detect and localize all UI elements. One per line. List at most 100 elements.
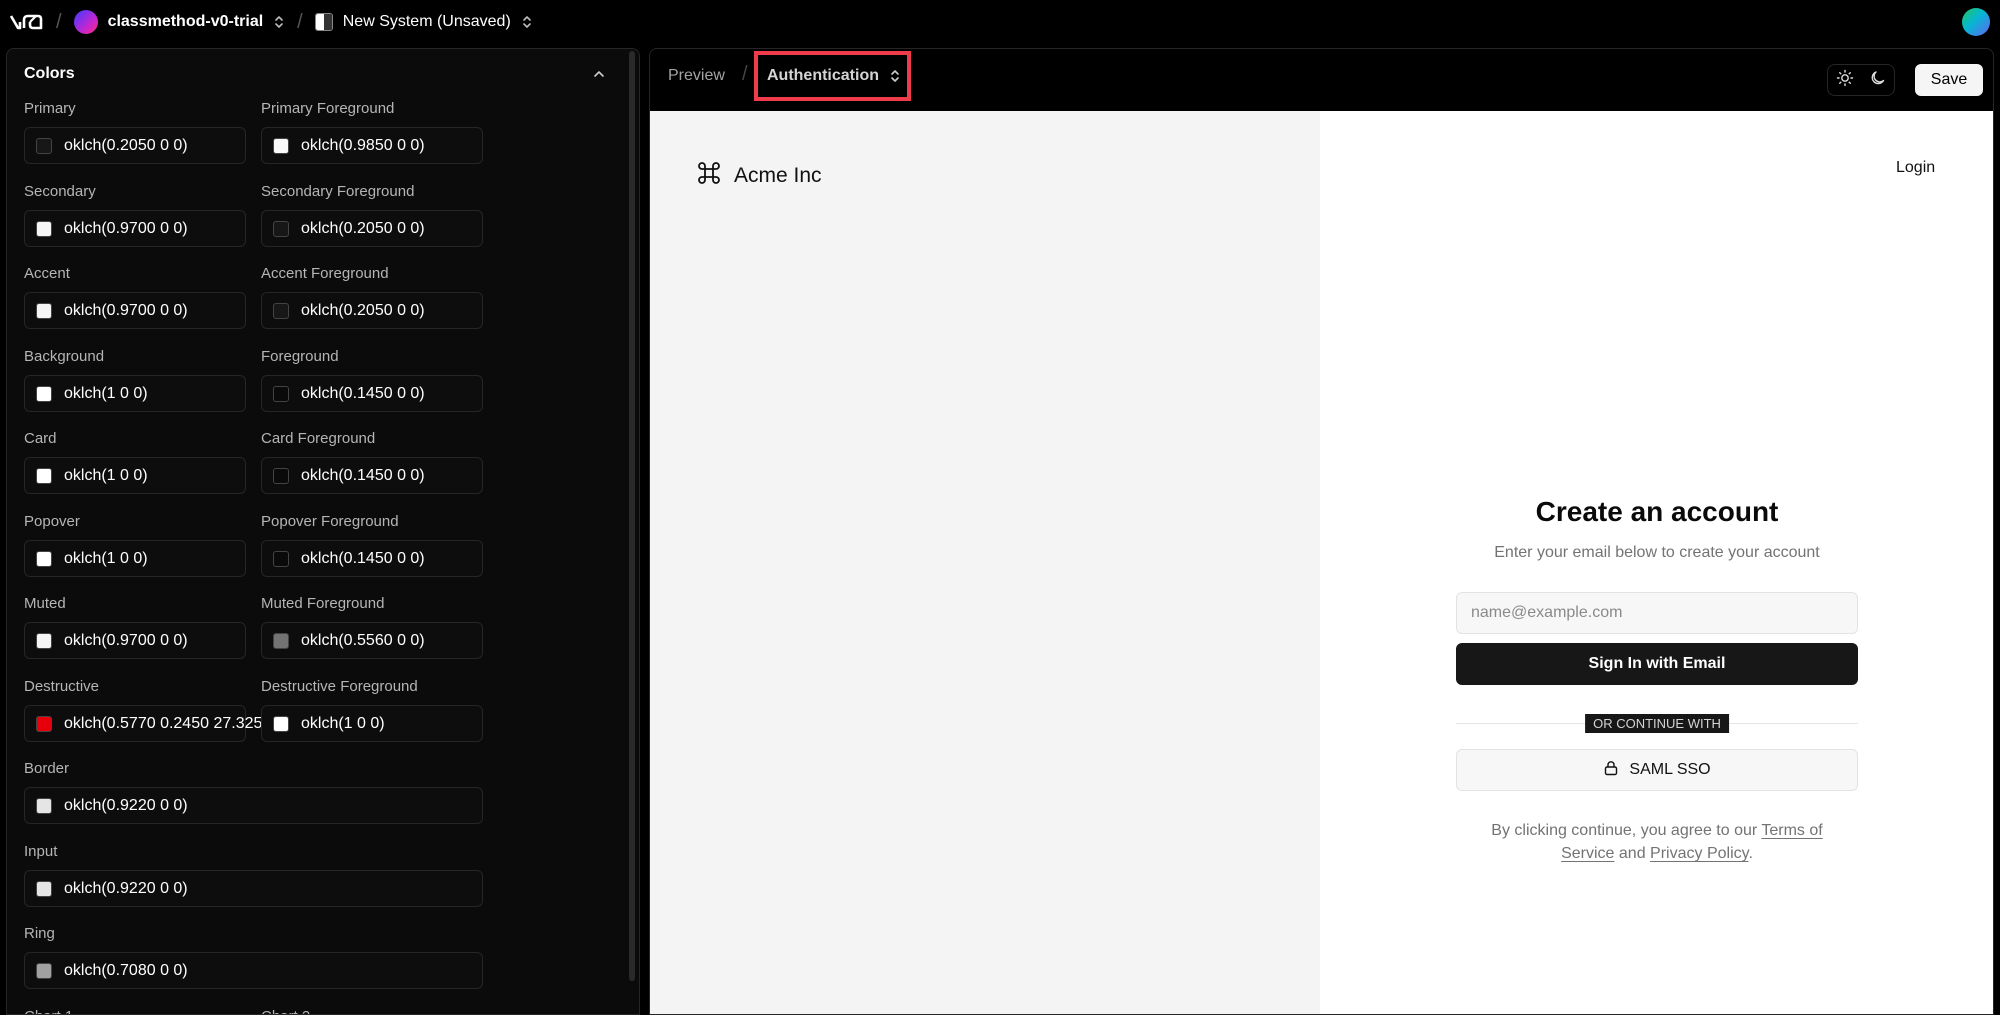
- color-input[interactable]: oklch(0.7080 0 0): [24, 952, 483, 989]
- email-input[interactable]: [1456, 592, 1858, 634]
- color-value: oklch(0.5560 0 0): [301, 631, 425, 649]
- lock-icon: [1603, 760, 1619, 781]
- field-label: Border: [24, 760, 70, 777]
- color-input[interactable]: oklch(0.9700 0 0): [24, 292, 246, 329]
- color-input[interactable]: oklch(0.1450 0 0): [261, 375, 483, 412]
- moon-icon[interactable]: [1869, 69, 1887, 92]
- field-label: Secondary: [24, 183, 96, 200]
- command-icon: [696, 160, 722, 192]
- color-input[interactable]: oklch(0.1450 0 0): [261, 457, 483, 494]
- breadcrumb-separator: /: [56, 10, 62, 33]
- field-label: Background: [24, 348, 105, 365]
- color-swatch[interactable]: [273, 137, 289, 154]
- divider: OR CONTINUE WITH: [1456, 713, 1858, 733]
- auth-subtitle: Enter your email below to create your ac…: [1494, 544, 1820, 561]
- login-link[interactable]: Login: [1896, 159, 1935, 177]
- terms-prefix: By clicking continue, you agree to our: [1491, 822, 1762, 839]
- color-value: oklch(1 0 0): [301, 714, 385, 732]
- field-label: Card Foreground: [261, 430, 376, 447]
- color-field-secondary: Secondary oklch(0.9700 0 0): [24, 183, 246, 247]
- block-selector[interactable]: Authentication: [754, 51, 911, 101]
- color-field-card-foreground: Card Foreground oklch(0.1450 0 0): [261, 430, 483, 494]
- color-swatch[interactable]: [36, 962, 52, 979]
- auth-title: Create an account: [1535, 496, 1779, 527]
- color-input[interactable]: oklch(1 0 0): [24, 540, 246, 577]
- color-swatch[interactable]: [273, 302, 289, 319]
- color-field-foreground: Foreground oklch(0.1450 0 0): [261, 348, 483, 412]
- panel-scrollbar[interactable]: [629, 51, 635, 981]
- auth-form: Create an account Enter your email below…: [1456, 496, 1858, 865]
- preview-toolbar: Preview / Authentication Save: [650, 49, 1993, 111]
- color-swatch[interactable]: [273, 385, 289, 402]
- sign-in-with-email-button[interactable]: Sign In with Email: [1456, 643, 1858, 685]
- color-input[interactable]: oklch(1 0 0): [24, 375, 246, 412]
- color-swatch[interactable]: [36, 137, 52, 154]
- color-field-accent: Accent oklch(0.9700 0 0): [24, 265, 246, 329]
- terms-text: By clicking continue, you agree to our T…: [1456, 819, 1858, 865]
- color-field-popover-foreground: Popover Foreground oklch(0.1450 0 0): [261, 513, 483, 577]
- breadcrumb-separator: /: [742, 63, 748, 85]
- block-selector-label: Authentication: [767, 67, 879, 84]
- color-input[interactable]: oklch(0.9850 0 0): [261, 127, 483, 164]
- color-input[interactable]: oklch(0.2050 0 0): [261, 292, 483, 329]
- color-swatch[interactable]: [36, 880, 52, 897]
- color-field-popover: Popover oklch(1 0 0): [24, 513, 246, 577]
- color-field-ring: Ring oklch(0.7080 0 0): [24, 925, 483, 989]
- color-input[interactable]: oklch(0.5560 0 0): [261, 622, 483, 659]
- theme-toggle: [1827, 64, 1895, 96]
- color-swatch[interactable]: [36, 632, 52, 649]
- color-swatch[interactable]: [273, 467, 289, 484]
- color-swatch[interactable]: [36, 385, 52, 402]
- color-field-chart-2: Chart 2: [261, 1008, 483, 1014]
- system-switcher[interactable]: New System (Unsaved): [314, 13, 533, 31]
- color-value: oklch(0.1450 0 0): [301, 384, 425, 402]
- color-swatch[interactable]: [36, 467, 52, 484]
- color-value: oklch(1 0 0): [64, 549, 148, 567]
- preview-tab[interactable]: Preview: [668, 67, 725, 85]
- color-swatch[interactable]: [273, 715, 289, 732]
- colors-panel: Colors Primary oklch(0.2050 0 0) Primary F…: [6, 48, 640, 1015]
- color-swatch[interactable]: [273, 632, 289, 649]
- field-label: Accent: [24, 265, 70, 282]
- color-input[interactable]: oklch(0.1450 0 0): [261, 540, 483, 577]
- color-value: oklch(0.9700 0 0): [64, 631, 188, 649]
- field-label: Popover: [24, 513, 80, 530]
- field-label: Foreground: [261, 348, 339, 365]
- color-input[interactable]: oklch(1 0 0): [261, 705, 483, 742]
- color-input[interactable]: oklch(0.2050 0 0): [24, 127, 246, 164]
- color-input[interactable]: oklch(0.9700 0 0): [24, 210, 246, 247]
- color-swatch[interactable]: [36, 797, 52, 814]
- color-input[interactable]: oklch(0.2050 0 0): [261, 210, 483, 247]
- color-field-muted: Muted oklch(0.9700 0 0): [24, 595, 246, 659]
- color-swatch[interactable]: [36, 550, 52, 567]
- team-switcher[interactable]: classmethod-v0-trial: [73, 10, 286, 34]
- v0-logo[interactable]: [8, 12, 44, 32]
- preview-panel: Preview / Authentication Save Acme Inc L…: [649, 48, 1994, 1015]
- save-button[interactable]: Save: [1915, 64, 1983, 96]
- color-value: oklch(1 0 0): [64, 466, 148, 484]
- color-swatch[interactable]: [36, 302, 52, 319]
- colors-panel-header[interactable]: Colors: [24, 64, 609, 84]
- color-input[interactable]: oklch(1 0 0): [24, 457, 246, 494]
- color-input[interactable]: oklch(0.9700 0 0): [24, 622, 246, 659]
- user-avatar[interactable]: [1962, 8, 1990, 36]
- color-input[interactable]: oklch(0.9220 0 0): [24, 787, 483, 824]
- field-label: Input: [24, 843, 58, 860]
- color-input[interactable]: oklch(0.9220 0 0): [24, 870, 483, 907]
- chevron-up-icon[interactable]: [589, 64, 609, 84]
- color-input[interactable]: oklch(0.5770 0.2450 27.3250): [24, 705, 277, 742]
- color-swatch[interactable]: [273, 550, 289, 567]
- field-label: Popover Foreground: [261, 513, 399, 530]
- color-field-card: Card oklch(1 0 0): [24, 430, 246, 494]
- color-value: oklch(0.9700 0 0): [64, 301, 188, 319]
- color-swatch[interactable]: [273, 220, 289, 237]
- color-swatch[interactable]: [36, 715, 52, 732]
- color-field-destructive: Destructive oklch(0.5770 0.2450 27.3250): [24, 678, 277, 742]
- field-label: Card: [24, 430, 57, 447]
- sun-icon[interactable]: [1836, 69, 1854, 92]
- privacy-policy-link[interactable]: Privacy Policy: [1650, 845, 1748, 862]
- field-label: Destructive: [24, 678, 100, 695]
- divider-text: OR CONTINUE WITH: [1585, 714, 1729, 733]
- saml-sso-button[interactable]: SAML SSO: [1456, 749, 1858, 791]
- color-swatch[interactable]: [36, 220, 52, 237]
